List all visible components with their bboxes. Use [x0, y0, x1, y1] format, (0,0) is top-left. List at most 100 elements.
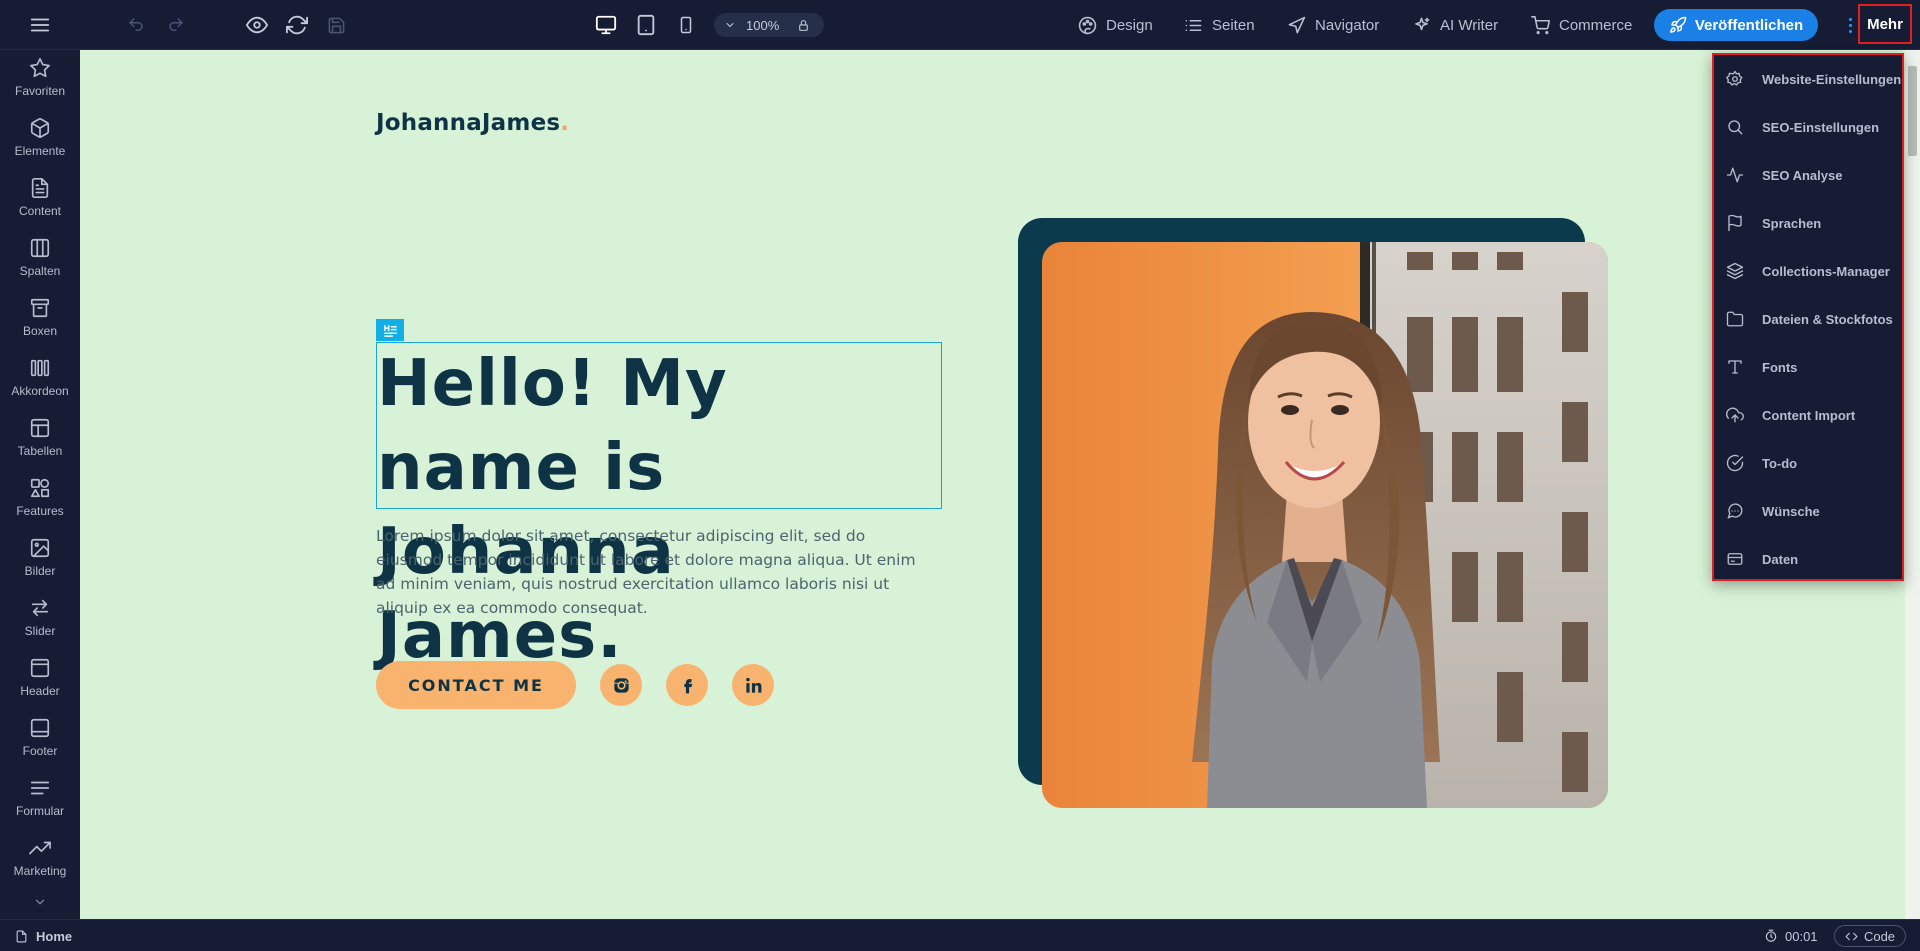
- menu-item-fonts[interactable]: Fonts: [1714, 343, 1902, 391]
- sidebar-item-marketing[interactable]: Marketing: [0, 830, 80, 890]
- sidebar-item-favoriten[interactable]: Favoriten: [0, 50, 80, 110]
- instagram-icon[interactable]: [600, 664, 642, 706]
- sidebar-item-boxen[interactable]: Boxen: [0, 290, 80, 350]
- menu-item-collections-manager[interactable]: Collections-Manager: [1714, 247, 1902, 295]
- menu-item-seo-settings[interactable]: SEO-Einstellungen: [1714, 103, 1902, 151]
- sidebar-item-features[interactable]: Features: [0, 470, 80, 530]
- ai-writer-label: AI Writer: [1440, 16, 1499, 34]
- preview-eye-icon[interactable]: [243, 13, 271, 37]
- box-icon: [30, 298, 50, 318]
- pages-label: Seiten: [1212, 16, 1255, 34]
- linkedin-icon[interactable]: [732, 664, 774, 706]
- canvas-scrollbar[interactable]: [1905, 50, 1920, 919]
- shopping-cart-icon: [1531, 15, 1550, 34]
- menu-item-label: Sprachen: [1762, 215, 1822, 231]
- columns-icon: [30, 238, 50, 258]
- slider-icon: [31, 599, 49, 617]
- hero-paragraph[interactable]: Lorem ipsum dolor sit amet, consectetur …: [376, 524, 916, 620]
- sidebar-item-label: Features: [16, 504, 64, 518]
- desktop-view-icon[interactable]: [592, 13, 620, 37]
- menu-item-label: Content Import: [1762, 407, 1856, 423]
- sidebar-item-content[interactable]: Content: [0, 170, 80, 230]
- menu-item-label: To-do: [1762, 455, 1798, 471]
- check-circle-icon: [1726, 454, 1744, 472]
- more-button[interactable]: Mehr: [1858, 4, 1912, 44]
- commerce-label: Commerce: [1559, 16, 1633, 34]
- lock-icon[interactable]: [797, 19, 810, 32]
- trending-icon: [29, 841, 51, 855]
- sidebar-item-elemente[interactable]: Elemente: [0, 110, 80, 170]
- menu-item-languages[interactable]: Sprachen: [1714, 199, 1902, 247]
- features-icon: [30, 478, 50, 498]
- menu-item-content-import[interactable]: Content Import: [1714, 391, 1902, 439]
- current-page-home[interactable]: Home: [15, 920, 72, 951]
- sidebar-item-slider[interactable]: Slider: [0, 590, 80, 650]
- palette-icon: [1078, 16, 1097, 34]
- sidebar-item-header[interactable]: Header: [0, 650, 80, 710]
- menu-item-seo-analysis[interactable]: SEO Analyse: [1714, 151, 1902, 199]
- hamburger-menu-icon[interactable]: [26, 13, 54, 37]
- message-icon: [1727, 503, 1743, 519]
- menu-item-files-stockphotos[interactable]: Dateien & Stockfotos: [1714, 295, 1902, 343]
- top-toolbar: 100% Design Seiten Navigator AI Writer C…: [0, 0, 1920, 50]
- refresh-icon[interactable]: [283, 13, 311, 37]
- zoom-control[interactable]: 100%: [714, 13, 824, 37]
- scrollbar-thumb[interactable]: [1908, 66, 1917, 156]
- navigation-icon: [1288, 16, 1306, 33]
- sidebar-scroll-down-icon[interactable]: [30, 895, 50, 914]
- timer-value: 00:01: [1785, 928, 1818, 944]
- ai-writer-menu[interactable]: AI Writer: [1412, 0, 1498, 50]
- flag-icon: [1728, 214, 1742, 232]
- sidebar-item-label: Elemente: [14, 144, 66, 158]
- accordion-icon: [30, 359, 50, 377]
- database-icon: [1727, 553, 1743, 565]
- sidebar-item-label: Boxen: [22, 324, 58, 338]
- document-icon: [31, 178, 49, 198]
- menu-item-todo[interactable]: To-do: [1714, 439, 1902, 487]
- sidebar-item-tabellen[interactable]: Tabellen: [0, 410, 80, 470]
- contact-me-button[interactable]: CONTACT ME: [376, 661, 576, 709]
- sidebar-item-label: Marketing: [13, 864, 67, 878]
- menu-item-wishes[interactable]: Wünsche: [1714, 487, 1902, 535]
- design-menu[interactable]: Design: [1078, 0, 1153, 50]
- publish-button[interactable]: Veröffentlichen: [1654, 9, 1818, 41]
- sidebar-item-bilder[interactable]: Bilder: [0, 530, 80, 590]
- save-icon[interactable]: [322, 13, 350, 37]
- redo-icon[interactable]: [164, 14, 188, 36]
- menu-item-label: Website-Einstellungen: [1762, 71, 1902, 87]
- sidebar-item-label: Bilder: [24, 564, 56, 578]
- tablet-view-icon[interactable]: [632, 13, 660, 37]
- menu-item-label: Daten: [1762, 551, 1799, 567]
- site-logo[interactable]: JohannaJames.: [376, 110, 569, 136]
- sidebar-item-label: Footer: [22, 744, 58, 758]
- facebook-icon[interactable]: [666, 664, 708, 706]
- code-label: Code: [1863, 928, 1896, 944]
- menu-item-website-settings[interactable]: Website-Einstellungen: [1714, 55, 1902, 103]
- sidebar-item-formular[interactable]: Formular: [0, 770, 80, 830]
- hero-heading[interactable]: Hello! My name is Johanna James.: [377, 342, 943, 678]
- activity-icon: [1726, 167, 1744, 183]
- sidebar-item-akkordeon[interactable]: Akkordeon: [0, 350, 80, 410]
- form-icon: [30, 781, 50, 795]
- undo-icon[interactable]: [124, 14, 148, 36]
- menu-item-data[interactable]: Daten: [1714, 535, 1902, 583]
- table-icon: [30, 418, 50, 438]
- commerce-menu[interactable]: Commerce: [1531, 0, 1632, 50]
- sidebar-item-footer[interactable]: Footer: [0, 710, 80, 770]
- pages-menu[interactable]: Seiten: [1184, 0, 1255, 50]
- menu-item-label: Wünsche: [1762, 503, 1820, 519]
- portrait-image[interactable]: [1042, 242, 1608, 808]
- more-dropdown-menu: Website-Einstellungen SEO-Einstellungen …: [1712, 53, 1904, 581]
- sidebar-item-spalten[interactable]: Spalten: [0, 230, 80, 290]
- menu-item-label: Collections-Manager: [1762, 263, 1890, 279]
- sidebar-item-label: Tabellen: [17, 444, 63, 458]
- navigator-menu[interactable]: Navigator: [1287, 0, 1379, 50]
- chevron-down-icon: [726, 23, 734, 27]
- home-label: Home: [36, 928, 73, 944]
- cube-icon: [30, 118, 50, 138]
- sidebar-item-label: Spalten: [19, 264, 61, 278]
- heading-element-handle[interactable]: [376, 319, 404, 341]
- code-button[interactable]: Code: [1834, 925, 1906, 947]
- mobile-view-icon[interactable]: [672, 13, 700, 37]
- more-options-icon[interactable]: [1842, 14, 1858, 36]
